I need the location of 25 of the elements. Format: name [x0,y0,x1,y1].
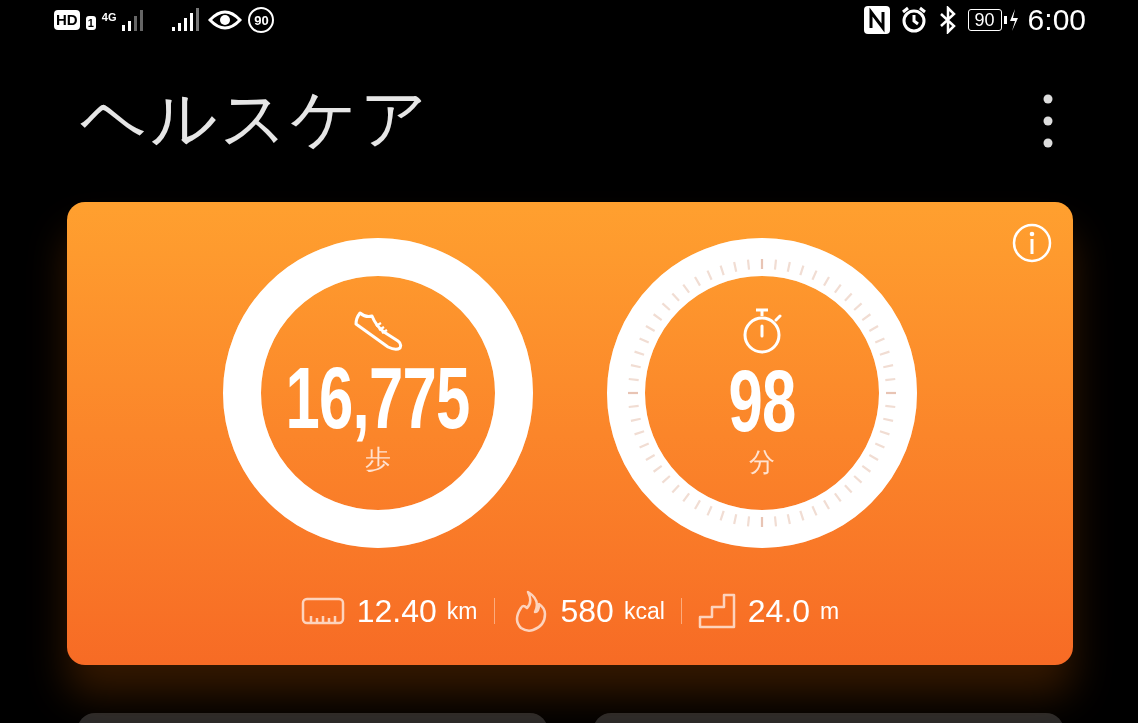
network-label: 4G [101,11,117,23]
stat-unit: m [820,597,840,625]
eye-icon [208,9,243,31]
ruler-icon [300,597,345,625]
stat-value: 24.0 [747,592,811,630]
ring-unit: 分 [749,445,775,479]
stairs-icon [697,593,736,629]
page-title: ヘルスケア [80,79,430,159]
stat-unit: kcal [623,597,665,625]
more-options-icon[interactable] [1042,94,1054,148]
ring-value: 98 [728,360,796,441]
battery-indicator: 90 [967,9,1002,31]
stat-value: 580 [560,592,614,630]
alarm-icon [899,6,928,34]
clock-time: 6:00 [1027,3,1086,37]
stat-unit: km [446,597,478,625]
nfc-icon [863,6,890,34]
ring-unit: 歩 [365,442,391,476]
hd-badge: HD [54,10,80,30]
refresh-rate-badge: 90 [248,7,275,33]
sim-badge: 1 [85,16,96,30]
charging-icon [1003,7,1018,33]
sneaker-icon [352,309,404,352]
signal-icon [122,7,145,33]
stat-value: 12.40 [356,592,437,630]
